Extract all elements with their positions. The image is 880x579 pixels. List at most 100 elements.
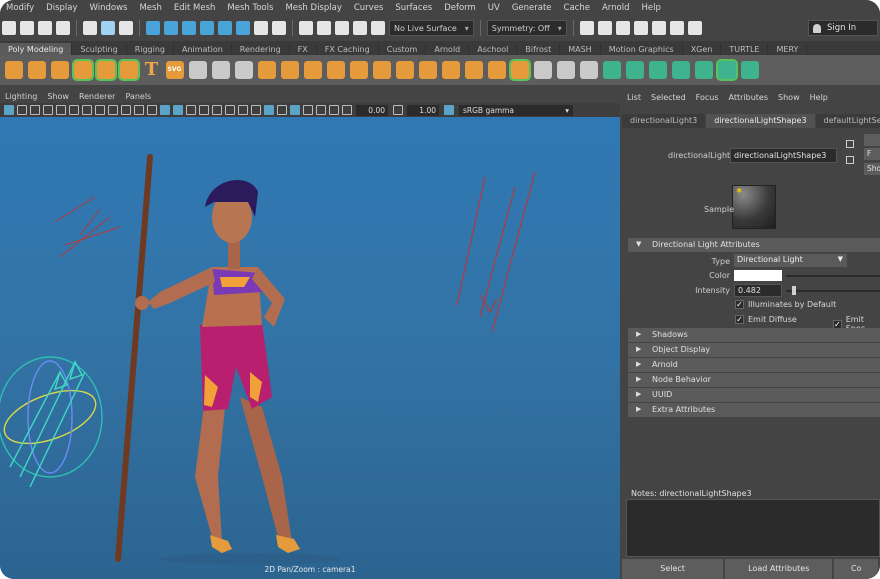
lock-icon[interactable] (254, 21, 268, 35)
menu-mesh-tools[interactable]: Mesh Tools (221, 3, 279, 13)
section-arnold[interactable]: ▶ Arnold (628, 358, 880, 372)
shelf-tab-fx-caching[interactable]: FX Caching (317, 43, 379, 55)
notes-field[interactable] (626, 499, 880, 557)
shelf-tab-rigging[interactable]: Rigging (127, 43, 174, 55)
film-gate-icon[interactable] (68, 105, 79, 115)
menu-mesh-display[interactable]: Mesh Display (279, 3, 347, 13)
exposure-field[interactable]: 0.00 (356, 104, 388, 116)
delete-edge-icon[interactable] (211, 61, 230, 79)
ambient-occlusion-icon[interactable] (224, 105, 235, 115)
camera-mapping-icon[interactable] (694, 61, 713, 79)
gate-mask-icon[interactable] (94, 105, 105, 115)
spherical-mapping-icon[interactable] (648, 61, 667, 79)
select-button[interactable]: Select (622, 559, 724, 579)
cylindrical-mapping-icon[interactable] (625, 61, 644, 79)
camera-attributes-icon[interactable] (16, 105, 27, 115)
render-view-icon[interactable] (579, 21, 594, 35)
tab-default-light-set[interactable]: defaultLightSet (815, 114, 880, 128)
field-chart-icon[interactable] (107, 105, 118, 115)
snap-view-plane-icon[interactable] (200, 21, 214, 35)
combine-icon[interactable] (257, 61, 276, 79)
shelf-tab-xgen[interactable]: XGen (683, 43, 722, 55)
shelf-tab-bifrost[interactable]: Bifrost (517, 43, 561, 55)
section-node-behavior[interactable]: ▶ Node Behavior (628, 373, 880, 387)
select-camera-icon[interactable] (3, 105, 14, 115)
bookmark-icon[interactable] (29, 105, 40, 115)
construction-history-icon[interactable] (299, 21, 313, 35)
pan-zoom-icon[interactable] (315, 105, 326, 115)
hypershade-icon[interactable] (651, 21, 666, 35)
remesh-icon[interactable] (395, 61, 414, 79)
render-frame-icon[interactable] (597, 21, 612, 35)
ae-menu-selected[interactable]: Selected (646, 93, 691, 102)
section-directional-light-attributes[interactable]: ▼ Directional Light Attributes (628, 238, 880, 252)
undo-icon[interactable] (38, 21, 52, 35)
shelf-tab-motion-graphics[interactable]: Motion Graphics (601, 43, 683, 55)
menu-windows[interactable]: Windows (84, 3, 134, 13)
shelf-tab-sculpting[interactable]: Sculpting (72, 43, 127, 55)
grid-icon[interactable] (55, 105, 66, 115)
anti-aliasing-icon[interactable] (250, 105, 261, 115)
exposure-icon[interactable] (341, 105, 352, 115)
poly-star-icon[interactable] (117, 59, 140, 81)
select-object-icon[interactable] (101, 21, 115, 35)
bridge-icon[interactable] (464, 61, 483, 79)
shelf-tab-animation[interactable]: Animation (174, 43, 232, 55)
tab-directional-light-shape[interactable]: directionalLightShape3 (706, 114, 815, 128)
reduce-icon[interactable] (372, 61, 391, 79)
text-tool-icon[interactable]: T (143, 61, 161, 79)
menu-deform[interactable]: Deform (438, 3, 482, 13)
ae-menu-help[interactable]: Help (805, 93, 833, 102)
viewport-menu-show[interactable]: Show (42, 92, 74, 101)
textured-icon[interactable] (185, 105, 196, 115)
magnet-icon[interactable] (371, 21, 385, 35)
wireframe-on-shaded-icon[interactable] (172, 105, 183, 115)
boolean-icon[interactable] (349, 61, 368, 79)
svg-tool-icon[interactable]: SVG (165, 61, 184, 79)
gamma-field[interactable]: 1.00 (407, 104, 439, 116)
shelf-tab-aschool[interactable]: Aschool (469, 43, 518, 55)
smooth-shade-icon[interactable] (159, 105, 170, 115)
shelf-tab-mash[interactable]: MASH (560, 43, 601, 55)
xray-joints-icon[interactable] (289, 105, 300, 115)
poly-pipe-icon[interactable] (71, 59, 94, 81)
image-plane-icon[interactable] (42, 105, 53, 115)
offset-edge-loop-icon[interactable] (579, 61, 598, 79)
menu-surfaces[interactable]: Surfaces (389, 3, 438, 13)
safe-title-icon[interactable] (133, 105, 144, 115)
symmetry-dropdown[interactable]: Symmetry: Off ▾ (486, 20, 567, 36)
color-management-icon[interactable] (443, 105, 454, 115)
ae-menu-list[interactable]: List (622, 93, 646, 102)
planar-mapping-icon[interactable] (602, 61, 621, 79)
wireframe-icon[interactable] (146, 105, 157, 115)
isolate-select-icon[interactable] (263, 105, 274, 115)
shelf-tab-arnold[interactable]: Arnold (426, 43, 470, 55)
render-settings-icon[interactable] (633, 21, 648, 35)
menu-display[interactable]: Display (40, 3, 83, 13)
grease-pencil-icon[interactable] (328, 105, 339, 115)
viewport-menu-lighting[interactable]: Lighting (0, 92, 42, 101)
snap-grid-icon[interactable] (146, 21, 160, 35)
resolution-gate-icon[interactable] (81, 105, 92, 115)
shelf-tab-fx[interactable]: FX (290, 43, 317, 55)
shelf-tab-poly-modeling[interactable]: Poly Modeling (0, 43, 73, 55)
shelf-tab-custom[interactable]: Custom (379, 43, 427, 55)
input-ops-icon[interactable] (317, 21, 331, 35)
smooth-icon[interactable] (326, 61, 345, 79)
snap-point-icon[interactable] (182, 21, 196, 35)
insert-edge-loop-icon[interactable] (556, 61, 575, 79)
load-icon[interactable] (846, 156, 854, 164)
retopo-icon[interactable] (418, 61, 437, 79)
light-type-dropdown[interactable]: Directional Light ▼ (734, 254, 847, 267)
extract-icon[interactable] (303, 61, 322, 79)
copy-tab-button[interactable]: Co (834, 559, 879, 579)
intensity-slider[interactable] (786, 290, 880, 292)
section-shadows[interactable]: ▶ Shadows (628, 328, 880, 342)
menu-curves[interactable]: Curves (348, 3, 390, 13)
history-icon[interactable] (272, 21, 286, 35)
sign-in-button[interactable]: Sign In (808, 20, 878, 36)
snap-together-icon[interactable] (353, 21, 367, 35)
illuminates-by-default-checkbox[interactable]: ✓ Illuminates by Default (735, 300, 836, 309)
section-object-display[interactable]: ▶ Object Display (628, 343, 880, 357)
shelf-tab-turtle[interactable]: TURTLE (721, 43, 769, 55)
